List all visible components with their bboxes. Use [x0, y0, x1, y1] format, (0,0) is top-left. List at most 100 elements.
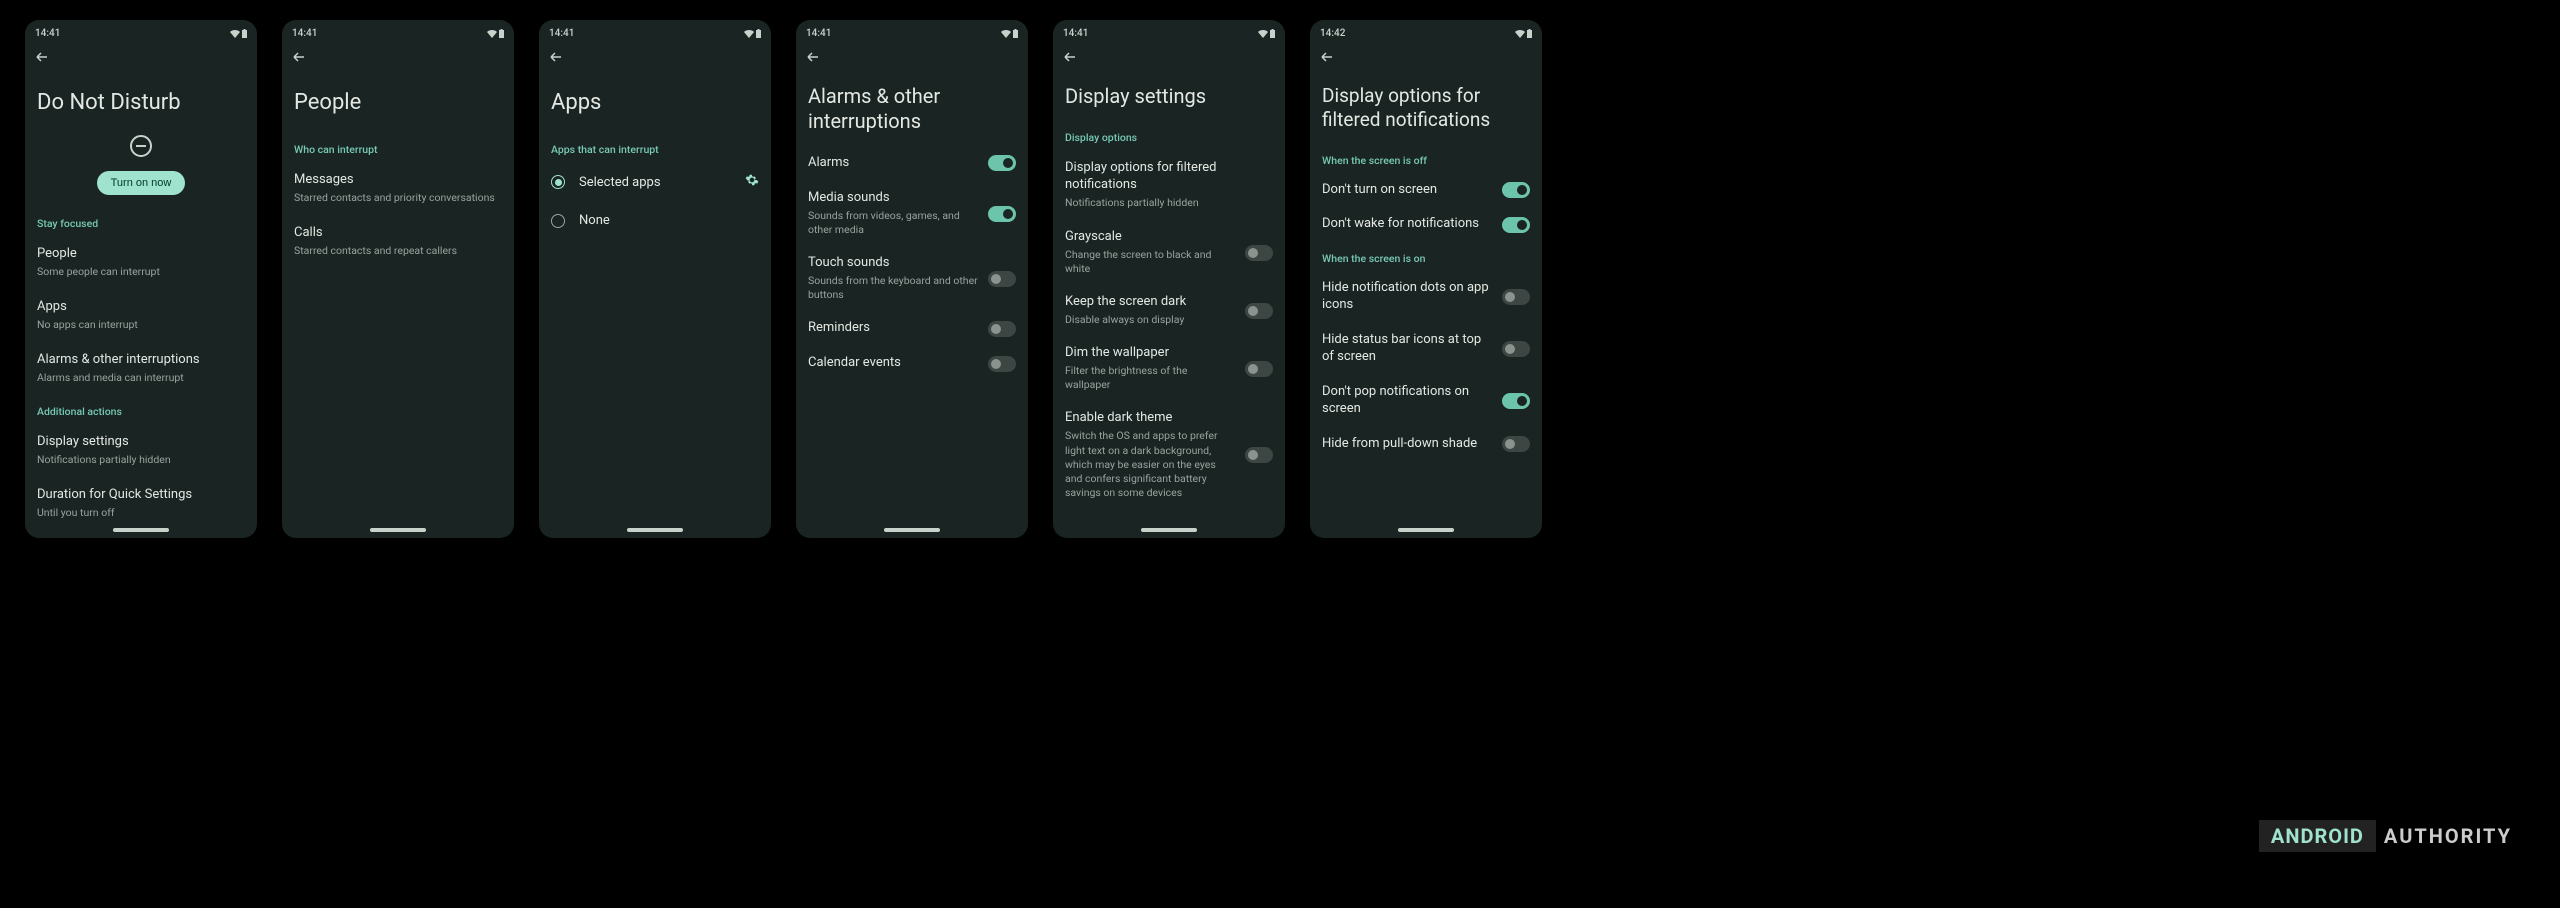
toggle-switch[interactable]	[1502, 217, 1530, 233]
status-time: 14:42	[1320, 28, 1345, 39]
status-time: 14:41	[806, 28, 831, 39]
toggle-switch[interactable]	[1245, 447, 1273, 463]
item-people[interactable]: People Some people can interrupt	[37, 236, 245, 289]
gear-icon[interactable]	[745, 173, 759, 191]
status-icons	[230, 29, 247, 38]
status-bar: 14:41	[1053, 20, 1285, 43]
back-button[interactable]	[25, 43, 257, 70]
section-stay-focused: Stay focused	[37, 207, 245, 236]
toggle-switch[interactable]	[988, 206, 1016, 222]
section-display-options: Display options	[1065, 121, 1273, 150]
arrow-left-icon	[292, 50, 306, 64]
page-title: Apps	[551, 70, 759, 133]
screen-apps: 14:41 Apps Apps that can interrupt Selec…	[539, 20, 771, 538]
radio-icon	[551, 175, 565, 189]
item-display-settings[interactable]: Display settings Notifications partially…	[37, 424, 245, 477]
toggle-media[interactable]: Media sounds Sounds from videos, games, …	[808, 181, 1016, 246]
toggle-switch[interactable]	[1502, 341, 1530, 357]
toggle-switch[interactable]	[988, 271, 1016, 287]
turn-on-button[interactable]: Turn on now	[97, 171, 186, 195]
item-duration[interactable]: Duration for Quick Settings Until you tu…	[37, 477, 245, 522]
screen-alarms: 14:41 Alarms & other interruptions Alarm…	[796, 20, 1028, 538]
wifi-icon	[487, 30, 497, 38]
back-button[interactable]	[1310, 43, 1542, 70]
item-alarms[interactable]: Alarms & other interruptions Alarms and …	[37, 342, 245, 395]
toggle-hide-statusbar[interactable]: Hide status bar icons at top of screen	[1322, 323, 1530, 375]
status-bar: 14:42	[1310, 20, 1542, 43]
radio-none[interactable]: None	[551, 202, 759, 239]
status-bar: 14:41	[25, 20, 257, 43]
battery-icon	[1013, 29, 1018, 38]
toggle-hide-shade[interactable]: Hide from pull-down shade	[1322, 427, 1530, 462]
toggle-dim-wallpaper[interactable]: Dim the wallpaper Filter the brightness …	[1065, 336, 1273, 401]
radio-selected-apps[interactable]: Selected apps	[551, 162, 759, 202]
status-time: 14:41	[292, 28, 317, 39]
status-icons	[1001, 29, 1018, 38]
item-messages[interactable]: Messages Starred contacts and priority c…	[294, 162, 502, 215]
status-time: 14:41	[35, 28, 60, 39]
item-dofn[interactable]: Display options for filtered notificatio…	[1065, 150, 1273, 220]
toggle-switch[interactable]	[988, 356, 1016, 372]
nav-bar[interactable]	[1141, 528, 1197, 532]
wifi-icon	[744, 30, 754, 38]
toggle-reminders[interactable]: Reminders	[808, 311, 1016, 346]
radio-icon	[551, 214, 565, 228]
wifi-icon	[1001, 30, 1011, 38]
section-additional: Additional actions	[37, 395, 245, 424]
item-calls[interactable]: Calls Starred contacts and repeat caller…	[294, 215, 502, 268]
toggle-calendar[interactable]: Calendar events	[808, 346, 1016, 381]
wifi-icon	[1258, 30, 1268, 38]
status-icons	[487, 29, 504, 38]
back-button[interactable]	[796, 43, 1028, 70]
back-button[interactable]	[539, 43, 771, 70]
toggle-dont-pop[interactable]: Don't pop notifications on screen	[1322, 375, 1530, 427]
status-time: 14:41	[1063, 28, 1088, 39]
dnd-icon	[130, 135, 152, 157]
back-button[interactable]	[282, 43, 514, 70]
arrow-left-icon	[806, 50, 820, 64]
status-time: 14:41	[549, 28, 574, 39]
toggle-switch[interactable]	[1245, 245, 1273, 261]
section-screen-on: When the screen is on	[1322, 242, 1530, 271]
page-title: Display options for filtered notificatio…	[1322, 70, 1530, 144]
watermark: ANDROID AUTHORITY	[2259, 820, 2512, 852]
status-icons	[1515, 29, 1532, 38]
toggle-switch[interactable]	[1245, 361, 1273, 377]
toggle-switch[interactable]	[988, 321, 1016, 337]
nav-bar[interactable]	[113, 528, 169, 532]
status-icons	[1258, 29, 1275, 38]
toggle-switch[interactable]	[1502, 393, 1530, 409]
toggle-switch[interactable]	[1502, 182, 1530, 198]
battery-icon	[756, 29, 761, 38]
battery-icon	[1270, 29, 1275, 38]
toggle-grayscale[interactable]: Grayscale Change the screen to black and…	[1065, 220, 1273, 285]
item-apps[interactable]: Apps No apps can interrupt	[37, 289, 245, 342]
toggle-switch[interactable]	[1245, 303, 1273, 319]
page-title: Alarms & other interruptions	[808, 70, 1016, 146]
screen-display-settings: 14:41 Display settings Display options D…	[1053, 20, 1285, 538]
arrow-left-icon	[1063, 50, 1077, 64]
toggle-alarms[interactable]: Alarms	[808, 146, 1016, 181]
toggle-switch[interactable]	[988, 155, 1016, 171]
toggle-switch[interactable]	[1502, 436, 1530, 452]
toggle-keep-dark[interactable]: Keep the screen dark Disable always on d…	[1065, 285, 1273, 336]
battery-icon	[499, 29, 504, 38]
nav-bar[interactable]	[370, 528, 426, 532]
back-button[interactable]	[1053, 43, 1285, 70]
toggle-hide-dots[interactable]: Hide notification dots on app icons	[1322, 271, 1530, 323]
wifi-icon	[1515, 30, 1525, 38]
toggle-dont-wake[interactable]: Don't wake for notifications	[1322, 207, 1530, 242]
nav-bar[interactable]	[884, 528, 940, 532]
screen-dnd: 14:41 Do Not Disturb Turn on now Stay fo…	[25, 20, 257, 538]
watermark-site: AUTHORITY	[2384, 820, 2512, 852]
screen-people: 14:41 People Who can interrupt Messages …	[282, 20, 514, 538]
toggle-dont-turn-on[interactable]: Don't turn on screen	[1322, 173, 1530, 208]
toggle-switch[interactable]	[1502, 289, 1530, 305]
nav-bar[interactable]	[627, 528, 683, 532]
page-title: People	[294, 70, 502, 133]
toggle-touch[interactable]: Touch sounds Sounds from the keyboard an…	[808, 246, 1016, 311]
nav-bar[interactable]	[1398, 528, 1454, 532]
status-bar: 14:41	[796, 20, 1028, 43]
page-title: Display settings	[1065, 70, 1273, 121]
toggle-dark-theme[interactable]: Enable dark theme Switch the OS and apps…	[1065, 401, 1273, 509]
